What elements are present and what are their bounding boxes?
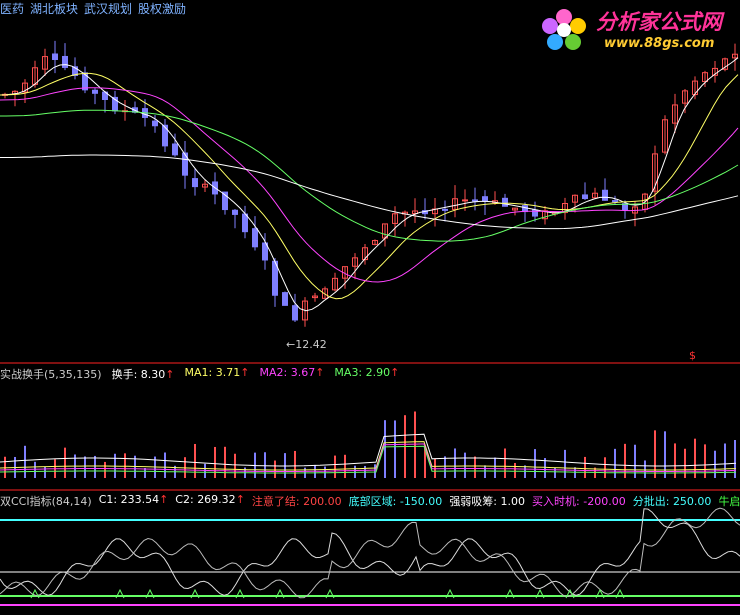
candle-body — [482, 196, 488, 202]
candle-body — [472, 199, 478, 202]
candle-body — [232, 209, 238, 215]
volume-item-ma3: MA3: 2.90↑ — [334, 366, 400, 379]
volume-header: 实战换手(5,35,135) 换手: 8.30↑ MA1: 3.71↑ MA2:… — [0, 366, 399, 382]
ma-line-10 — [0, 87, 739, 283]
low-price-label: ←12.42 — [286, 338, 327, 351]
candle-body — [612, 200, 618, 203]
tag-hubei[interactable]: 湖北板块 — [30, 0, 78, 16]
tag-medicine[interactable]: 医药 — [0, 0, 24, 16]
candle-body — [502, 197, 508, 207]
candle-body — [162, 124, 168, 147]
candle-body — [522, 205, 528, 213]
candle-body — [282, 292, 288, 306]
ma-line-20 — [0, 109, 739, 242]
volume-item-ma1: MA1: 3.71↑ — [184, 366, 250, 379]
candle-body — [152, 120, 158, 127]
flower-logo-icon — [540, 8, 588, 52]
cci-c1-line — [0, 508, 740, 596]
cci-item-strength: 强弱吸筹: 1.00 — [449, 495, 526, 508]
tag-equity[interactable]: 股权激励 — [138, 0, 186, 16]
cci-header: 双CCI指标(84,14) C1: 233.54↑ C2: 269.32↑ 注意… — [0, 493, 740, 509]
stock-chart — [0, 40, 740, 606]
cci-item-sell: 分批出: 250.00 — [632, 495, 712, 508]
volume-item-ma2: MA2: 3.67↑ — [259, 366, 325, 379]
cci-c2-line — [0, 507, 740, 599]
candle-body — [292, 305, 298, 321]
dollar-marker: $ — [689, 349, 696, 362]
candle-body — [582, 194, 588, 200]
candle-body — [462, 199, 468, 202]
header-tags: 医药 湖北板块 武汉规划 股权激励 — [0, 0, 186, 16]
low-price-value: 12.42 — [295, 338, 327, 351]
candle-body — [192, 178, 198, 188]
watermark-site-name: 分析家公式网 — [596, 10, 722, 34]
tag-wuhan[interactable]: 武汉规划 — [84, 0, 132, 16]
cci-item-c2: C2: 269.32↑ — [175, 493, 245, 506]
ma-line-60 — [0, 154, 739, 230]
watermark: 分析家公式网 www.88gs.com — [540, 2, 740, 58]
ma-line-5 — [0, 72, 739, 300]
candle-body — [62, 55, 68, 68]
candle-body — [92, 89, 98, 94]
cci-title: 双CCI指标(84,14) — [0, 495, 92, 508]
candle-body — [602, 189, 608, 201]
candle-body — [442, 208, 448, 211]
candle-body — [252, 228, 258, 248]
volume-item-turnover: 换手: 8.30↑ — [111, 368, 175, 381]
cci-item-buy: 买入时机: -200.00 — [532, 495, 626, 508]
volume-title: 实战换手(5,35,135) — [0, 368, 102, 381]
cci-item-c1: C1: 233.54↑ — [98, 493, 169, 506]
cci-item-attention: 注意了结: 200.00 — [251, 495, 342, 508]
ma-line-short — [0, 57, 739, 312]
watermark-url: www.88gs.com — [604, 36, 715, 51]
candle-body — [242, 213, 248, 233]
cci-item-bull: 牛启 — [718, 495, 740, 508]
candle-body — [52, 53, 58, 61]
candle-body — [172, 143, 178, 156]
cci-item-bottom: 底部区域: -150.00 — [348, 495, 443, 508]
